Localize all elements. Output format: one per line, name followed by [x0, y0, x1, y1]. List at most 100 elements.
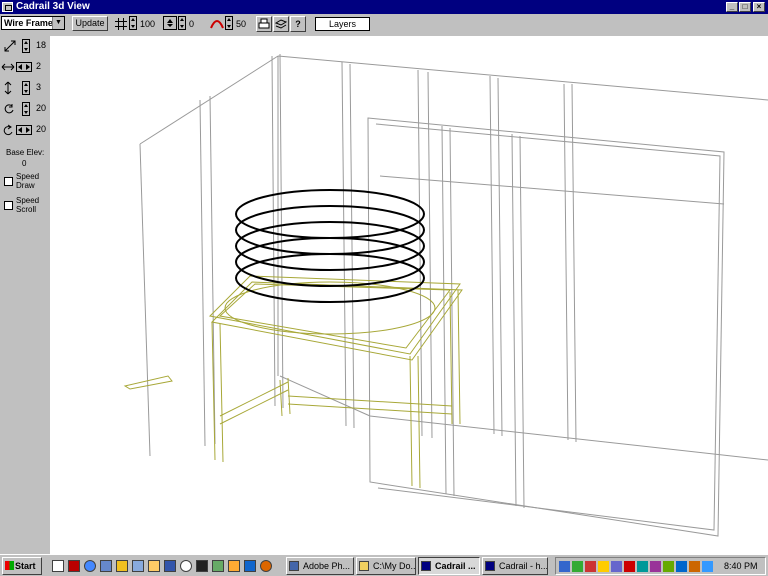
speed-draw-checkbox[interactable] [4, 177, 13, 186]
speed-draw-label-line1: Speed [16, 172, 40, 181]
zoom-arrow-icon [4, 40, 16, 52]
taskbar: Start Adobe Ph... C:\My Do... Cadrail ..… [0, 554, 768, 576]
zoom-control: 18 [0, 39, 48, 53]
photoshop-icon [289, 561, 299, 571]
clock[interactable]: 8:40 PM [724, 561, 758, 571]
pan-h-control: 2 [0, 60, 48, 74]
tray-monitor-icon[interactable] [611, 561, 622, 572]
app-icon[interactable] [2, 2, 13, 12]
quicklaunch-mail-icon[interactable] [212, 560, 224, 572]
task-label-mydocs: C:\My Do... [373, 561, 416, 571]
helix-coil [235, 189, 425, 303]
curve-value: 50 [236, 19, 247, 29]
pan-h-spinner[interactable] [16, 62, 32, 72]
base-elev-label: Base Elev: [6, 148, 45, 157]
tilt-value: 20 [36, 124, 47, 134]
windows-logo-icon [5, 561, 14, 570]
curve-spinner[interactable] [225, 16, 233, 30]
vertical-arrow-icon [4, 81, 12, 95]
offset-value: 0 [189, 19, 195, 29]
task-button-cadrail-h[interactable]: Cadrail - h... [482, 557, 548, 575]
horizontal-arrow-icon [1, 63, 15, 71]
view-mode-select[interactable]: Wire Frame ▼ [1, 16, 65, 30]
tray-app-icon[interactable] [637, 561, 648, 572]
tray-app6-icon[interactable] [702, 561, 713, 572]
tray-network-icon[interactable] [559, 561, 570, 572]
maximize-icon[interactable]: □ [739, 2, 751, 12]
help-button[interactable]: ? [290, 16, 306, 32]
base-elev-value: 0 [22, 159, 27, 168]
wireframe-scene [123, 53, 768, 537]
title-bar: Cadrail 3d View _ □ × [0, 0, 768, 14]
3d-viewport[interactable] [50, 36, 768, 554]
quicklaunch-ie-icon[interactable] [84, 560, 96, 572]
update-button[interactable]: Update [72, 16, 108, 31]
minimize-icon[interactable]: _ [726, 2, 738, 12]
rotate-value: 20 [36, 103, 47, 113]
close-icon[interactable]: × [753, 2, 765, 12]
offset-icon [163, 16, 177, 30]
tray-app4-icon[interactable] [676, 561, 687, 572]
print-button[interactable] [256, 16, 272, 32]
quicklaunch-app-icon[interactable] [68, 560, 80, 572]
quicklaunch-dos-icon[interactable] [196, 560, 208, 572]
cadrail-icon [421, 561, 431, 571]
task-button-adobe[interactable]: Adobe Ph... [286, 557, 354, 575]
grid-value: 100 [140, 19, 156, 29]
back-wall [139, 53, 768, 461]
quicklaunch-firefox-icon[interactable] [260, 560, 272, 572]
pan-v-value: 3 [36, 82, 42, 92]
tilt-icon [3, 124, 13, 136]
tray-app5-icon[interactable] [689, 561, 700, 572]
speed-scroll-label-line1: Speed [16, 196, 40, 205]
speed-scroll-label: Speed Scroll [16, 196, 39, 214]
chevron-down-icon[interactable]: ▼ [52, 17, 64, 29]
quicklaunch-compass-icon[interactable] [180, 560, 192, 572]
print-icon [258, 18, 270, 29]
quicklaunch-pencil-icon[interactable] [116, 560, 128, 572]
folder-icon [359, 561, 369, 571]
quicklaunch-explorer-icon[interactable] [132, 560, 144, 572]
quicklaunch-outlook-icon[interactable] [100, 560, 112, 572]
speed-scroll-label-line2: Scroll [16, 205, 37, 214]
window-title: Cadrail 3d View [16, 1, 90, 12]
task-label-cadrail-h: Cadrail - h... [499, 561, 548, 571]
task-label-adobe: Adobe Ph... [303, 561, 351, 571]
speed-draw-label-line2: Draw [16, 181, 35, 190]
grid-icon [115, 18, 127, 30]
task-button-cadrail-3d[interactable]: Cadrail ... [418, 557, 480, 575]
layers-stack-button[interactable] [273, 16, 289, 32]
tilt-spinner[interactable] [16, 125, 32, 135]
tray-globe-icon[interactable] [572, 561, 583, 572]
tray-app2-icon[interactable] [650, 561, 661, 572]
layers-button[interactable]: Layers [315, 17, 370, 31]
quicklaunch-notepad-icon[interactable] [52, 560, 64, 572]
toolbar: Wire Frame ▼ Update 100 0 50 ? Layers [0, 14, 768, 36]
layers-stack-icon [274, 19, 288, 29]
pan-h-value: 2 [36, 61, 42, 71]
rotate-icon [4, 104, 14, 114]
view-mode-value: Wire Frame [4, 18, 53, 28]
curve-icon [210, 20, 224, 29]
pan-v-control: 3 [0, 81, 48, 95]
cadrail-icon [485, 561, 495, 571]
offset-spinner[interactable] [178, 16, 186, 30]
rotate-spinner[interactable] [22, 102, 30, 116]
grid-spinner[interactable] [129, 16, 137, 30]
rotate-control: 20 [0, 102, 48, 116]
speed-draw-label: Speed Draw [16, 172, 39, 190]
tray-app3-icon[interactable] [663, 561, 674, 572]
start-button[interactable]: Start [2, 557, 42, 575]
zoom-spinner[interactable] [22, 39, 30, 53]
pan-v-spinner[interactable] [22, 81, 30, 95]
speed-scroll-checkbox[interactable] [4, 201, 13, 210]
tray-speaker-icon[interactable] [598, 561, 609, 572]
tilt-control: 20 [0, 123, 48, 137]
tray-antivirus-icon[interactable] [585, 561, 596, 572]
tray-acrobat-icon[interactable] [624, 561, 635, 572]
quicklaunch-network-icon[interactable] [164, 560, 176, 572]
task-button-mydocs[interactable]: C:\My Do... [356, 557, 416, 575]
quicklaunch-word-icon[interactable] [244, 560, 256, 572]
quicklaunch-acrobat-icon[interactable] [148, 560, 160, 572]
quicklaunch-folder-icon[interactable] [228, 560, 240, 572]
